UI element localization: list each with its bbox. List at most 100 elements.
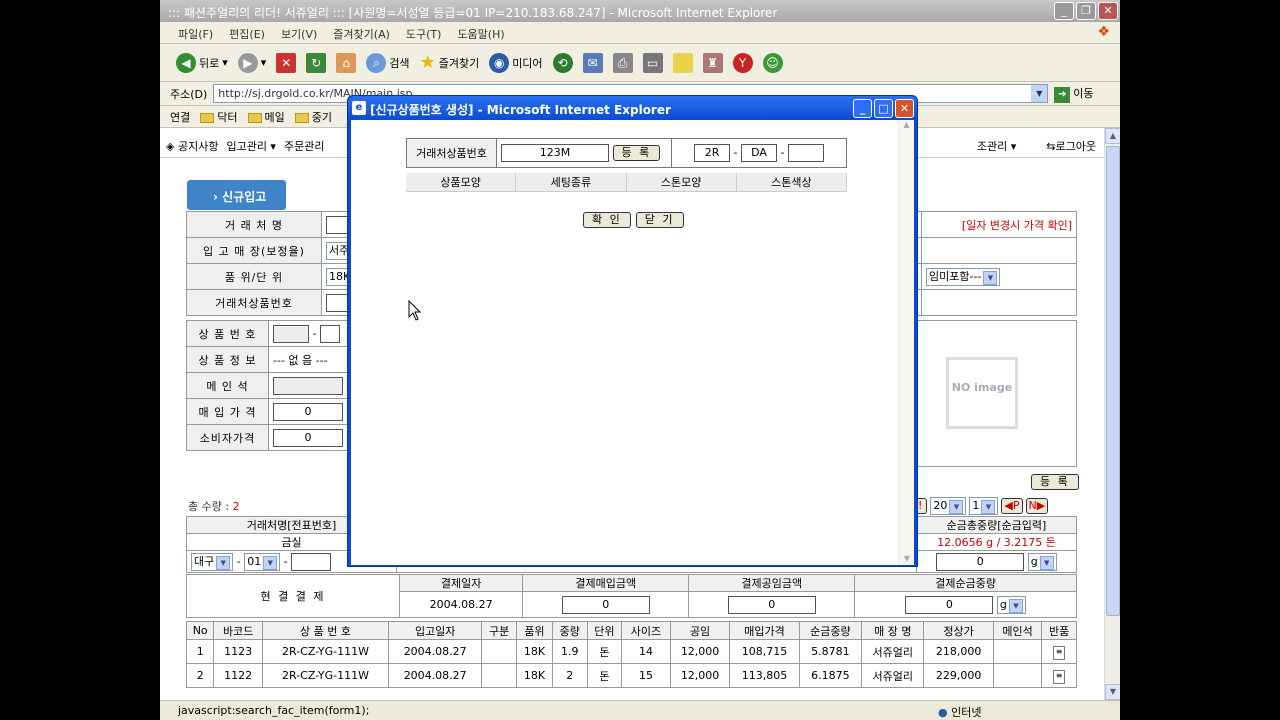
toolbar: ◀ 뒤로 ▾ ▶ ▾ ✕ ↻ ⌂ ⌕ 검색 ★ 즐겨찾기 ◉ 미디어 ⟲ ✉ ⎙ ▭ ♜…	[160, 44, 1120, 82]
status-text: javascript:search_fac_item(form1);	[178, 704, 370, 717]
search-icon: ⌕	[366, 52, 387, 73]
window-title: ::: 패션주얼리의 리더! 서쥬얼리 ::: [사원명=서성열 등급=01 I…	[168, 6, 778, 20]
yahoo-icon[interactable]: Y	[732, 52, 753, 73]
history-icon[interactable]: ⟲	[552, 52, 573, 73]
code-input-2[interactable]: DA	[741, 144, 777, 162]
purchase-price-input[interactable]: 0	[273, 402, 343, 421]
favorites-button[interactable]: ★ 즐겨찾기	[420, 52, 480, 73]
address-dropdown-icon[interactable]: ▼	[1031, 85, 1048, 102]
page-number-select[interactable]: 1 ▼	[969, 497, 999, 515]
folder-icon	[294, 112, 309, 123]
consumer-price-input[interactable]: 0	[273, 428, 343, 447]
messenger-icon[interactable]: ☺	[762, 52, 783, 73]
slip-input[interactable]	[291, 552, 332, 571]
payment-date: 2004.08.27	[398, 591, 524, 618]
popup-register-button[interactable]: 등 록	[612, 145, 661, 161]
dropdown-icon: ▼	[216, 555, 231, 570]
menu-edit[interactable]: 편집(E)	[229, 26, 265, 43]
payment-unit-select[interactable]: g ▼	[996, 595, 1026, 614]
payment-table: 현 결 결 제 결제일자 결제매입금액 결제공임금액 결제순금중량 2004.0…	[186, 574, 1077, 618]
popup-vendor-input[interactable]: 123M	[501, 144, 609, 162]
link-mid[interactable]: 중기	[294, 109, 332, 125]
research-icon[interactable]: ♜	[702, 52, 723, 73]
code-input-3[interactable]	[787, 144, 824, 162]
table-row[interactable]: 2 1122 2R-CZ-YG-111W 2004.08.27 18K 2 돈 15 12,00…	[185, 663, 1077, 688]
label-store: 입 고 매 장(보정율)	[186, 237, 322, 264]
nav-right-menu[interactable]: 조관리 ▾	[977, 138, 1016, 154]
scroll-down-icon[interactable]: ▼	[1105, 684, 1120, 700]
product-no-input-2[interactable]	[319, 324, 340, 343]
payment-labor-input[interactable]: 0	[727, 595, 816, 614]
return-icon[interactable]: ≡	[1053, 645, 1066, 660]
product-no-input[interactable]	[273, 324, 309, 343]
header-stone-color: 스톤색상	[737, 173, 847, 191]
menu-help[interactable]: 도움말(H)	[457, 26, 504, 43]
back-button[interactable]: ◀ 뒤로 ▾	[176, 52, 228, 73]
print-icon[interactable]: ⎙	[612, 52, 633, 73]
globe-icon: ●	[938, 706, 948, 719]
product-info-value: --- 없 음 ---	[273, 353, 328, 367]
popup-scroll-down-icon[interactable]: ▼	[899, 554, 915, 563]
menu-file[interactable]: 파일(F)	[178, 26, 213, 43]
header-shape: 상품모양	[406, 173, 517, 191]
logout-link[interactable]: ⇆로그아웃	[1046, 138, 1096, 154]
popup-close-button[interactable]: ✕	[895, 99, 914, 118]
popup-maximize-button[interactable]: □	[874, 99, 893, 118]
payment-label: 현 결 결 제	[186, 574, 400, 618]
page-scrollbar[interactable]: ▲ ▼	[1104, 128, 1120, 700]
tax-select[interactable]: 임미포함--- ▼	[926, 267, 1001, 286]
close-button[interactable]: ✕	[1098, 2, 1118, 20]
code-input-1[interactable]: 2R	[694, 144, 731, 162]
refresh-icon[interactable]: ↻	[306, 52, 327, 73]
items-table: No 바코드 상 품 번 호 입고일자 구분 품위 중량 단위 사이즈 공임 매…	[185, 621, 1077, 688]
payment-gold-input[interactable]: 0	[905, 595, 994, 614]
nav-notice[interactable]: ◈ 공지사항	[166, 138, 218, 154]
search-button[interactable]: ⌕ 검색	[366, 52, 410, 73]
menu-favorites[interactable]: 즐겨찾기(A)	[333, 26, 390, 43]
col-main-stone: 메인석	[992, 621, 1043, 640]
link-doctor[interactable]: 닥터	[200, 109, 238, 125]
nav-stock-in[interactable]: 입고관리 ▾	[226, 138, 276, 154]
main-stone-input[interactable]	[273, 376, 343, 395]
home-icon[interactable]: ⌂	[336, 52, 357, 73]
col-size: 사이즈	[621, 621, 671, 640]
stop-icon[interactable]: ✕	[276, 52, 297, 73]
media-button[interactable]: ◉ 미디어	[489, 52, 543, 73]
menu-view[interactable]: 보기(V)	[281, 26, 317, 43]
page-size-select[interactable]: 20 ▼	[930, 497, 967, 515]
minimize-button[interactable]: _	[1054, 2, 1074, 20]
prev-page-button[interactable]: ◀P	[1001, 498, 1023, 514]
summary-header-right: 순금총중량[순금입력]	[916, 516, 1077, 534]
windows-logo-icon: ❖	[1097, 24, 1110, 40]
region-select[interactable]: 대구 ▼	[191, 552, 234, 571]
register-button[interactable]: 등 록	[1031, 474, 1079, 490]
col-gold-weight: 순금중량	[798, 621, 863, 640]
gold-weight-input[interactable]: 0	[936, 552, 1025, 571]
scroll-up-icon[interactable]: ▲	[1105, 128, 1120, 144]
popup-scroll-up-icon[interactable]: ▲	[899, 120, 914, 129]
maximize-button[interactable]: ❐	[1076, 2, 1096, 20]
scroll-thumb[interactable]	[1106, 146, 1120, 616]
confirm-button[interactable]: 확 인	[583, 212, 631, 228]
unit-select[interactable]: g ▼	[1027, 552, 1057, 571]
header-setting: 세팅종류	[516, 173, 627, 191]
return-icon[interactable]: ≡	[1053, 669, 1066, 684]
link-mail[interactable]: 메일	[247, 109, 285, 125]
popup-scrollbar[interactable]: ▲ ▼	[898, 120, 914, 565]
forward-button[interactable]: ▶ ▾	[237, 52, 266, 73]
discuss-icon[interactable]	[672, 52, 693, 73]
popup-cancel-button[interactable]: 닫 기	[635, 212, 684, 228]
code-select[interactable]: 01 ▼	[244, 552, 281, 571]
table-row[interactable]: 1 1123 2R-CZ-YG-111W 2004.08.27 18K 1.9 돈 14 12,…	[185, 639, 1077, 664]
window-titlebar: ::: 패션주얼리의 리더! 서쥬얼리 ::: [사원명=서성열 등급=01 I…	[160, 0, 1120, 22]
mail-icon[interactable]: ✉	[582, 52, 603, 73]
nav-orders[interactable]: 주문관리	[284, 138, 324, 154]
address-label: 주소(D)	[170, 87, 208, 101]
menu-tools[interactable]: 도구(T)	[406, 26, 442, 43]
popup-minimize-button[interactable]: _	[853, 99, 872, 118]
folder-icon	[247, 112, 262, 123]
edit-icon[interactable]: ▭	[642, 52, 663, 73]
next-page-button[interactable]: N▶	[1025, 498, 1049, 514]
go-button[interactable]: ➜ 이동	[1054, 85, 1094, 103]
payment-purchase-input[interactable]: 0	[561, 595, 650, 614]
